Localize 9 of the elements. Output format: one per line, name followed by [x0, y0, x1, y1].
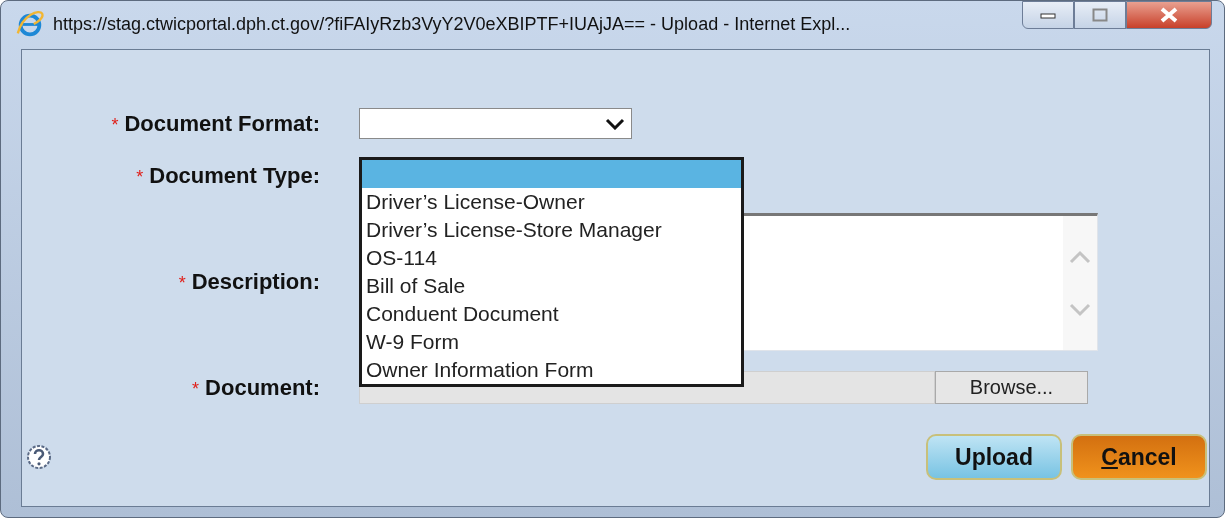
- field-label: Document:: [205, 374, 320, 401]
- window-title: https://stag.ctwicportal.dph.ct.gov/?fiFAIyRzb3VyY2V0eXBIPTF+IUAjJA== - Upload - Internet Expl...: [53, 13, 852, 35]
- required-asterisk: *: [192, 378, 200, 400]
- required-asterisk: *: [178, 273, 186, 294]
- field-label: Description:: [191, 269, 320, 295]
- field-label: Document Type:: [149, 163, 320, 189]
- field-label: Document Format:: [124, 110, 320, 137]
- required-asterisk: *: [111, 114, 119, 136]
- required-asterisk: *: [136, 167, 144, 188]
